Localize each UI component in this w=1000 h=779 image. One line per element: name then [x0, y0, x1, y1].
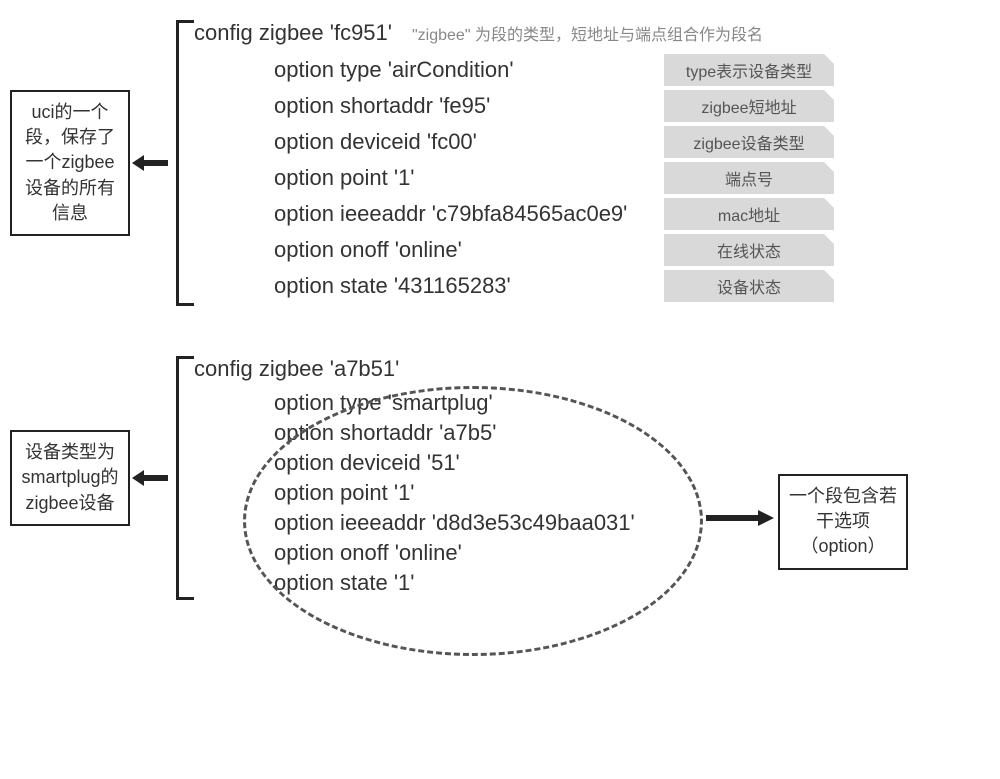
opt-code: option point '1' — [274, 165, 664, 191]
callout-text-1: uci的一个段，保存了一个zigbee设备的所有信息 — [25, 102, 115, 223]
opt-tag: mac地址 — [664, 198, 834, 230]
opt-tag: zigbee短地址 — [664, 90, 834, 122]
opt-code: option shortaddr 'a7b5' — [274, 420, 664, 446]
opt-code: option state '431165283' — [274, 273, 664, 299]
callout-text-2: 设备类型为smartplug的zigbee设备 — [21, 442, 118, 512]
header-note-1: "zigbee" 为段的类型，短地址与端点组合作为段名 — [412, 21, 763, 45]
config-header-1: config zigbee 'fc951' — [194, 20, 392, 46]
opt-code: option deviceid 'fc00' — [274, 129, 664, 155]
callout-box-2: 设备类型为smartplug的zigbee设备 — [10, 430, 130, 526]
opt-code: option shortaddr 'fe95' — [274, 93, 664, 119]
opt-code: option state '1' — [274, 570, 664, 596]
opt-tag: 在线状态 — [664, 234, 834, 266]
right-callout-text: 一个段包含若干选项（option） — [789, 486, 897, 556]
opt-tag: 设备状态 — [664, 270, 834, 302]
opt-code: option type 'smartplug' — [274, 390, 664, 416]
opt-code: option onoff 'online' — [274, 237, 664, 263]
opt-code: option point '1' — [274, 480, 664, 506]
config-block-1: uci的一个段，保存了一个zigbee设备的所有信息 config zigbee… — [10, 20, 990, 306]
config-header-2: config zigbee 'a7b51' — [194, 356, 399, 382]
bracket-2 — [170, 356, 188, 600]
opt-tag: 端点号 — [664, 162, 834, 194]
opt-tag: zigbee设备类型 — [664, 126, 834, 158]
opt-code: option ieeeaddr 'c79bfa84565ac0e9' — [274, 201, 664, 227]
opt-tag: type表示设备类型 — [664, 54, 834, 86]
opt-code: option onoff 'online' — [274, 540, 664, 566]
arrow-left-2 — [130, 466, 170, 490]
callout-box-right: 一个段包含若干选项（option） — [778, 474, 908, 570]
arrow-left-1 — [130, 151, 170, 175]
config-block-2: 设备类型为smartplug的zigbee设备 config zigbee 'a… — [10, 356, 990, 600]
opt-code: option type 'airCondition' — [274, 57, 664, 83]
opt-code: option deviceid '51' — [274, 450, 664, 476]
callout-box-1: uci的一个段，保存了一个zigbee设备的所有信息 — [10, 90, 130, 236]
bracket-1 — [170, 20, 188, 306]
arrow-right-icon — [706, 506, 776, 530]
opt-code: option ieeeaddr 'd8d3e53c49baa031' — [274, 510, 664, 536]
